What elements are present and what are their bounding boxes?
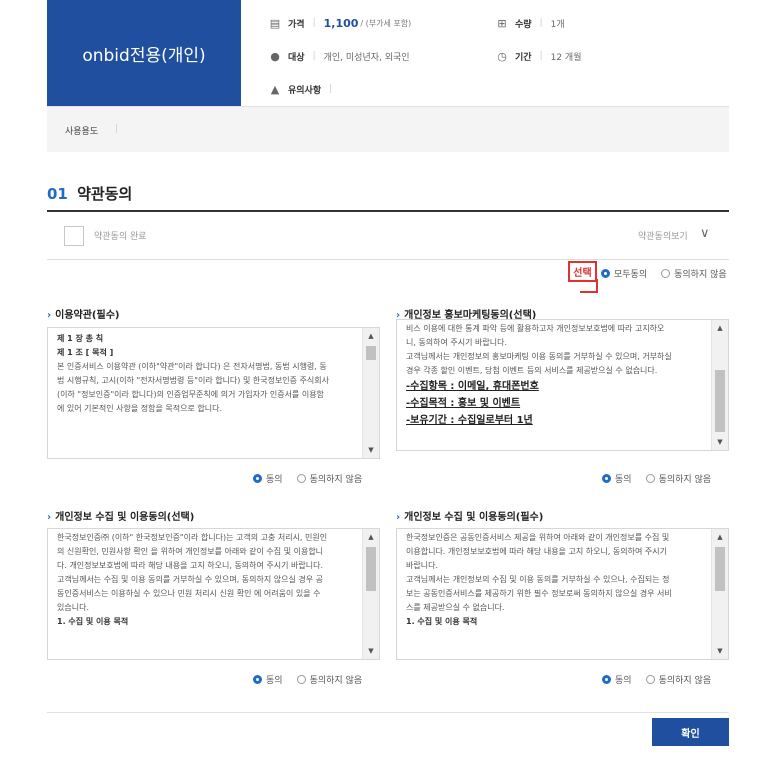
quantity-icon: ⊞: [497, 16, 507, 30]
terms-box-privacy-required[interactable]: 한국정보인증은 공동인증서비스 제공을 위하여 아래와 같이 개인정보를 수집 …: [396, 528, 729, 660]
disagree-radio[interactable]: [645, 474, 655, 483]
scroll-up-icon[interactable]: ▲: [712, 533, 728, 541]
target-label: 대상: [288, 52, 305, 63]
agree-label[interactable]: 동의: [266, 673, 283, 686]
price-row: ▤ 가격 | 1,100 / (부가세 포함): [269, 16, 412, 30]
warning-icon: ▲: [270, 82, 280, 96]
price-unit: / (부가세 포함): [360, 18, 412, 28]
disagree-label[interactable]: 동의하지 않음: [659, 472, 712, 485]
notice-label: 유의사항: [288, 85, 322, 96]
terms-text: 제 1 장 총 칙 제 1 조 [ 목적 ] 본 인증서비스 이용약관 (이하"…: [57, 334, 330, 413]
agree-radio[interactable]: [253, 675, 262, 684]
price-value: 1,100: [323, 16, 359, 30]
scroll-down-icon[interactable]: ▼: [363, 647, 379, 655]
terms-box-privacy-optional[interactable]: 한국정보인증㈜ (이하" 한국정보인증"이라 합니다)는 고객의 고충 처리시,…: [47, 528, 380, 660]
chevron-right-icon: ›: [47, 310, 52, 321]
agree-all-label[interactable]: 모두동의: [614, 267, 647, 280]
disagree-all-radio[interactable]: [661, 269, 671, 278]
section-title-text: 약관동의: [77, 185, 133, 203]
scroll-up-icon[interactable]: ▲: [712, 324, 728, 332]
usage-label: 사용용도: [65, 127, 99, 137]
scroll-thumb[interactable]: [366, 547, 376, 591]
scroll-up-icon[interactable]: ▲: [363, 533, 379, 541]
agree-label[interactable]: 동의: [615, 673, 632, 686]
target-value: 개인, 미성년자, 외국인: [323, 52, 410, 63]
disagree-radio[interactable]: [645, 675, 655, 684]
section-number: 01: [47, 185, 68, 203]
scrollbar[interactable]: ▲ ▼: [362, 529, 379, 659]
agree-all-group: 모두동의 동의하지 않음: [601, 267, 727, 280]
product-name: onbid전용(개인): [47, 0, 241, 106]
terms-title-privacy-required: › 개인정보 수집 및 이용동의(필수): [396, 512, 544, 523]
quantity-row: ⊞ 수량 | 1개: [495, 14, 565, 32]
privacy-optional-consent-radios: 동의 동의하지 않음: [253, 673, 362, 686]
agree-label[interactable]: 동의: [615, 472, 632, 485]
agree-done-checkbox[interactable]: [64, 226, 84, 246]
select-stamp: 선택: [568, 261, 597, 282]
view-terms-link[interactable]: 약관동의보기: [638, 229, 688, 242]
quantity-label: 수량: [515, 19, 532, 30]
disagree-label[interactable]: 동의하지 않음: [310, 673, 363, 686]
agree-radio[interactable]: [602, 474, 611, 483]
agree-radio[interactable]: [602, 675, 611, 684]
period-row: ◷ 기간 | 12 개월: [495, 47, 581, 65]
scroll-down-icon[interactable]: ▼: [363, 446, 379, 454]
usage-bar: 사용용도 |: [47, 107, 729, 152]
scroll-down-icon[interactable]: ▼: [712, 438, 728, 446]
price-icon: ▤: [269, 16, 281, 30]
clock-icon: ◷: [497, 49, 507, 63]
service-consent-radios: 동의 동의하지 않음: [253, 472, 362, 485]
agree-done-label: 약관동의 완료: [94, 232, 147, 242]
person-icon: ●: [270, 49, 280, 63]
notice-row: ▲ 유의사항 |: [268, 80, 340, 98]
quantity-value: 1개: [550, 19, 565, 30]
scroll-thumb[interactable]: [715, 370, 725, 432]
terms-text: 한국정보인증은 공동인증서비스 제공을 위하여 아래와 같이 개인정보를 수집 …: [406, 533, 672, 626]
agree-radio[interactable]: [253, 474, 262, 483]
disagree-radio[interactable]: [296, 474, 306, 483]
disagree-label[interactable]: 동의하지 않음: [659, 673, 712, 686]
agree-all-radio[interactable]: [601, 269, 610, 278]
chevron-right-icon: ›: [47, 512, 52, 523]
disagree-label[interactable]: 동의하지 않음: [310, 472, 363, 485]
period-label: 기간: [515, 52, 532, 63]
scroll-thumb[interactable]: [366, 346, 376, 360]
price-label: 가격: [288, 19, 305, 30]
scrollbar[interactable]: ▲ ▼: [711, 320, 728, 450]
scroll-up-icon[interactable]: ▲: [363, 332, 379, 340]
privacy-required-consent-radios: 동의 동의하지 않음: [602, 673, 711, 686]
period-value: 12 개월: [550, 52, 582, 63]
agree-label[interactable]: 동의: [266, 472, 283, 485]
scrollbar[interactable]: ▲ ▼: [362, 328, 379, 458]
scroll-down-icon[interactable]: ▼: [712, 647, 728, 655]
chevron-right-icon: ›: [396, 512, 401, 523]
terms-text: 한국정보인증㈜ (이하" 한국정보인증"이라 합니다)는 고객의 고충 처리시,…: [57, 533, 328, 626]
disagree-all-label[interactable]: 동의하지 않음: [674, 267, 727, 280]
terms-box-marketing[interactable]: 비스 이용에 대한 통계 파악 등에 활용하고자 개인정보보호법에 따라 고지하…: [396, 319, 729, 451]
chevron-down-icon[interactable]: ∨: [700, 226, 710, 241]
terms-title-privacy-optional: › 개인정보 수집 및 이용동의(선택): [47, 512, 195, 523]
bottom-divider: [47, 712, 729, 713]
terms-title-service: › 이용약관(필수): [47, 310, 120, 321]
disagree-radio[interactable]: [296, 675, 306, 684]
scrollbar[interactable]: ▲ ▼: [711, 529, 728, 659]
terms-box-service[interactable]: 제 1 장 총 칙 제 1 조 [ 목적 ] 본 인증서비스 이용약관 (이하"…: [47, 327, 380, 459]
scroll-thumb[interactable]: [715, 547, 725, 591]
confirm-button[interactable]: 확인: [652, 718, 729, 746]
target-row: ● 대상 | 개인, 미성년자, 외국인: [268, 47, 410, 65]
marketing-consent-radios: 동의 동의하지 않음: [602, 472, 711, 485]
terms-text: 비스 이용에 대한 통계 파악 등에 활용하고자 개인정보보호법에 따라 고지하…: [406, 324, 672, 426]
section-title: 01 약관동의: [47, 183, 132, 204]
agree-done-row: [47, 212, 729, 260]
